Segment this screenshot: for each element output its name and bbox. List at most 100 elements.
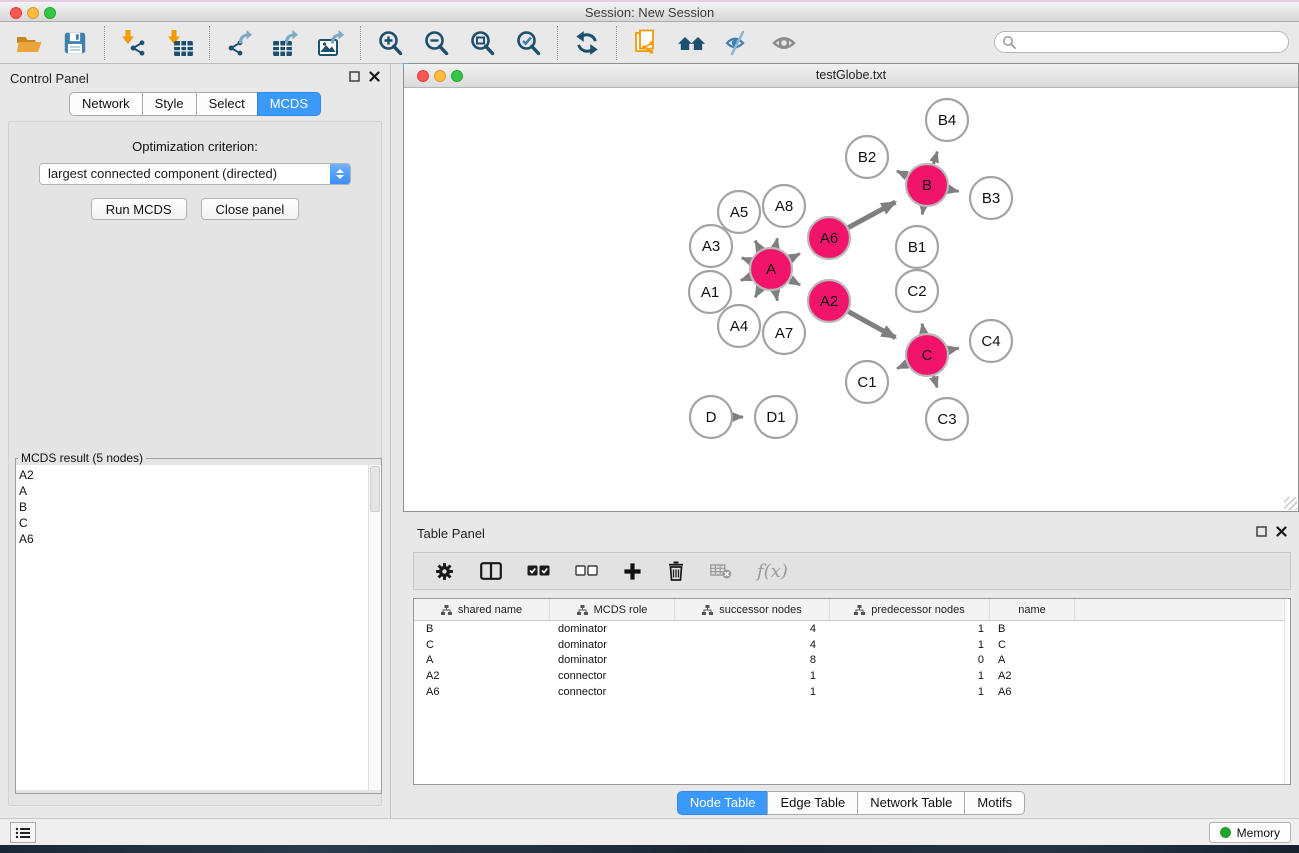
task-history-button[interactable] [10, 822, 36, 843]
graph-edge-A-A5[interactable] [755, 241, 760, 250]
table-row[interactable]: Adominator80A [414, 652, 1290, 668]
graph-edge-A-A2[interactable] [790, 280, 800, 285]
table-scrollbar[interactable] [1284, 599, 1290, 784]
table-row[interactable]: A6connector11A6 [414, 684, 1290, 700]
table-row[interactable]: A2connector11A2 [414, 668, 1290, 684]
column-header-mcds-role[interactable]: MCDS role [550, 599, 675, 620]
graph-edge-A6-B[interactable] [848, 202, 895, 227]
mcds-result-scrollbar[interactable] [368, 465, 381, 790]
deselect-all-icon[interactable] [575, 565, 598, 577]
table-row[interactable]: Bdominator41B [414, 621, 1290, 637]
import-table-icon[interactable] [165, 28, 195, 58]
table-cell[interactable]: 1 [830, 639, 990, 651]
refresh-icon[interactable] [572, 28, 602, 58]
column-header-successor-nodes[interactable]: successor nodes [675, 599, 830, 620]
float-panel-icon[interactable] [349, 71, 360, 82]
mcds-result-item[interactable]: C [19, 515, 368, 531]
graph-edge-B-B2[interactable] [897, 171, 907, 176]
graph-node-A1[interactable]: A1 [689, 271, 731, 313]
graph-node-A5[interactable]: A5 [718, 191, 760, 233]
column-header-name[interactable]: name [990, 599, 1075, 620]
graph-node-A3[interactable]: A3 [690, 225, 732, 267]
graph-edge-B-B3[interactable] [949, 189, 959, 191]
table-cell[interactable]: 4 [675, 623, 830, 635]
table-cell[interactable]: B [990, 623, 1075, 635]
table-cell[interactable]: 1 [830, 670, 990, 682]
table-cell[interactable]: 0 [830, 654, 990, 666]
table-cell[interactable]: A2 [414, 670, 550, 682]
graph-edge-A-A6[interactable] [790, 254, 799, 259]
table-cell[interactable]: A [990, 654, 1075, 666]
mcds-result-item[interactable]: A [19, 483, 368, 499]
graph-edge-A-A3[interactable] [742, 258, 751, 261]
export-network-icon[interactable] [224, 28, 254, 58]
new-session-from-network-icon[interactable] [631, 28, 661, 58]
table-cell[interactable]: dominator [550, 639, 675, 651]
tab-motifs[interactable]: Motifs [964, 791, 1025, 815]
add-icon[interactable] [623, 562, 642, 581]
zoom-out-icon[interactable] [421, 28, 451, 58]
close-panel-icon[interactable] [369, 71, 380, 82]
close-panel-icon[interactable] [1276, 526, 1287, 537]
table-row[interactable]: Cdominator41C [414, 637, 1290, 653]
import-network-icon[interactable] [119, 28, 149, 58]
graph-node-C2[interactable]: C2 [896, 270, 938, 312]
select-all-icon[interactable] [527, 565, 550, 577]
table-cell[interactable]: 4 [675, 639, 830, 651]
table-cell[interactable]: 8 [675, 654, 830, 666]
tab-edge-table[interactable]: Edge Table [767, 791, 858, 815]
table-cell[interactable]: A2 [990, 670, 1075, 682]
table-cell[interactable]: C [990, 639, 1075, 651]
hide-selected-icon[interactable] [723, 28, 753, 58]
table-cell[interactable]: 1 [830, 686, 990, 698]
graph-node-C[interactable]: C [906, 334, 948, 376]
column-header-shared-name[interactable]: shared name [414, 599, 550, 620]
graph-edge-C-C1[interactable] [897, 364, 907, 368]
graph-node-C1[interactable]: C1 [846, 361, 888, 403]
export-table-icon[interactable] [270, 28, 300, 58]
graph-node-A2[interactable]: A2 [808, 280, 850, 322]
graph-edge-A-A8[interactable] [775, 238, 777, 247]
mcds-result-item[interactable]: A6 [19, 531, 368, 547]
zoom-fit-icon[interactable] [467, 28, 497, 58]
memory-button[interactable]: Memory [1209, 822, 1291, 843]
run-mcds-button[interactable]: Run MCDS [91, 198, 187, 220]
graph-node-A[interactable]: A [750, 248, 792, 290]
delete-table-icon[interactable] [710, 563, 732, 579]
tab-style[interactable]: Style [142, 92, 197, 116]
tab-network[interactable]: Network [69, 92, 143, 116]
close-panel-button[interactable]: Close panel [201, 198, 300, 220]
table-cell[interactable]: A6 [990, 686, 1075, 698]
float-panel-icon[interactable] [1256, 526, 1267, 537]
column-header-predecessor-nodes[interactable]: predecessor nodes [830, 599, 990, 620]
graph-edge-A-A4[interactable] [755, 288, 760, 297]
home-icon[interactable] [677, 28, 707, 58]
network-canvas[interactable]: B4B2BB3A5A8A6A3B1AA1C2A2A4A7CC4C1C3DD1 [404, 88, 1298, 511]
graph-node-B1[interactable]: B1 [896, 226, 938, 268]
open-file-icon[interactable] [14, 28, 44, 58]
tab-select[interactable]: Select [196, 92, 258, 116]
function-builder-icon[interactable]: f(x) [757, 561, 788, 582]
table-cell[interactable]: B [414, 623, 550, 635]
tab-network-table[interactable]: Network Table [857, 791, 965, 815]
graph-node-A8[interactable]: A8 [763, 185, 805, 227]
graph-node-C3[interactable]: C3 [926, 398, 968, 440]
window-resize-grip[interactable] [1284, 497, 1297, 510]
table-cell[interactable]: 1 [675, 670, 830, 682]
graph-edge-A-A7[interactable] [775, 291, 777, 301]
column-icon[interactable] [480, 562, 502, 580]
graph-node-A7[interactable]: A7 [763, 312, 805, 354]
table-cell[interactable]: A [414, 654, 550, 666]
graph-node-B2[interactable]: B2 [846, 136, 888, 178]
graph-edge-B-B1[interactable] [922, 207, 923, 215]
tab-node-table[interactable]: Node Table [677, 791, 769, 815]
export-image-icon[interactable] [316, 28, 346, 58]
show-all-icon[interactable] [769, 28, 799, 58]
table-cell[interactable]: C [414, 639, 550, 651]
table-cell[interactable]: dominator [550, 654, 675, 666]
graph-node-A6[interactable]: A6 [808, 217, 850, 259]
delete-icon[interactable] [667, 561, 685, 581]
save-session-icon[interactable] [60, 28, 90, 58]
graph-node-B3[interactable]: B3 [970, 177, 1012, 219]
table-cell[interactable]: A6 [414, 686, 550, 698]
